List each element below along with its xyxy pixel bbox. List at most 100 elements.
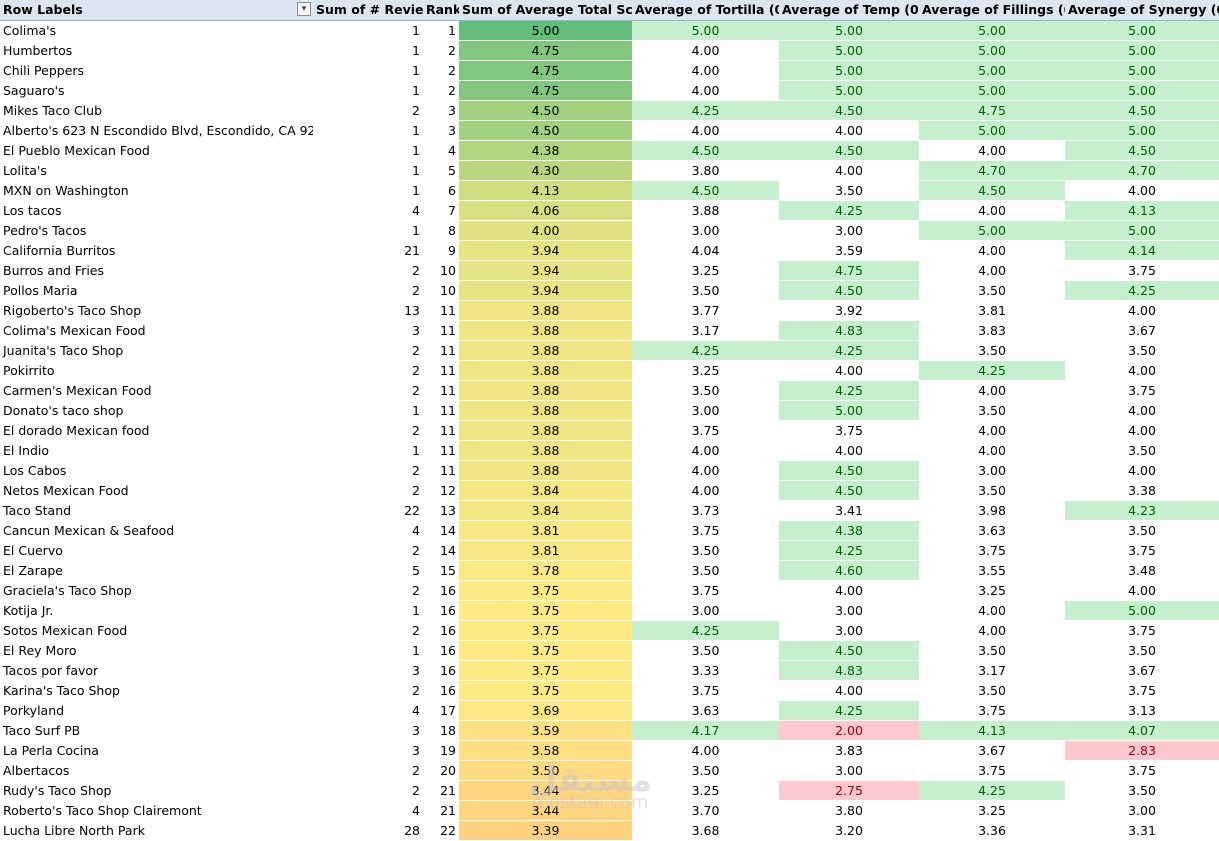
header-tortilla[interactable]: Average of Tortilla (0-5) <box>632 0 779 21</box>
cell-reviews[interactable]: 2 <box>313 620 423 641</box>
cell-rank[interactable]: 18 <box>423 720 459 741</box>
cell-reviews[interactable]: 1 <box>313 20 423 41</box>
cell-restaurant-name[interactable]: El Rey Moro <box>0 640 313 661</box>
cell-restaurant-name[interactable]: El Indio <box>0 440 313 461</box>
cell-rank[interactable]: 16 <box>423 600 459 621</box>
cell-reviews[interactable]: 2 <box>313 380 423 401</box>
cell-total-score[interactable]: 3.84 <box>459 500 632 521</box>
cell-total-score[interactable]: 3.75 <box>459 620 632 641</box>
cell-temp[interactable]: 4.50 <box>779 100 919 121</box>
cell-temp[interactable]: 3.41 <box>779 500 919 521</box>
cell-fillings[interactable]: 3.00 <box>919 460 1065 481</box>
cell-total-score[interactable]: 4.50 <box>459 100 632 121</box>
cell-reviews[interactable]: 1 <box>313 440 423 461</box>
cell-total-score[interactable]: 3.88 <box>459 440 632 461</box>
cell-restaurant-name[interactable]: Lolita's <box>0 160 313 181</box>
cell-synergy[interactable]: 3.13 <box>1065 700 1219 721</box>
cell-rank[interactable]: 21 <box>423 800 459 821</box>
cell-reviews[interactable]: 3 <box>313 320 423 341</box>
cell-temp[interactable]: 4.50 <box>779 280 919 301</box>
cell-temp[interactable]: 4.00 <box>779 580 919 601</box>
cell-restaurant-name[interactable]: Colima's Mexican Food <box>0 320 313 341</box>
cell-total-score[interactable]: 3.50 <box>459 760 632 781</box>
cell-restaurant-name[interactable]: California Burritos <box>0 240 313 261</box>
cell-restaurant-name[interactable]: Alberto's 623 N Escondido Blvd, Escondid… <box>0 120 313 141</box>
cell-rank[interactable]: 11 <box>423 320 459 341</box>
cell-fillings[interactable]: 4.13 <box>919 720 1065 741</box>
cell-fillings[interactable]: 3.50 <box>919 480 1065 501</box>
cell-total-score[interactable]: 4.38 <box>459 140 632 161</box>
cell-synergy[interactable]: 4.13 <box>1065 200 1219 221</box>
cell-total-score[interactable]: 3.88 <box>459 400 632 421</box>
cell-tortilla[interactable]: 3.80 <box>632 160 779 181</box>
cell-total-score[interactable]: 3.75 <box>459 580 632 601</box>
cell-tortilla[interactable]: 4.00 <box>632 740 779 761</box>
cell-rank[interactable]: 16 <box>423 660 459 681</box>
cell-synergy[interactable]: 3.50 <box>1065 340 1219 361</box>
cell-temp[interactable]: 3.80 <box>779 800 919 821</box>
cell-rank[interactable]: 2 <box>423 80 459 101</box>
cell-fillings[interactable]: 3.75 <box>919 540 1065 561</box>
cell-synergy[interactable]: 3.50 <box>1065 640 1219 661</box>
cell-tortilla[interactable]: 3.00 <box>632 600 779 621</box>
cell-tortilla[interactable]: 3.50 <box>632 760 779 781</box>
cell-reviews[interactable]: 2 <box>313 260 423 281</box>
cell-total-score[interactable]: 3.44 <box>459 780 632 801</box>
cell-temp[interactable]: 4.83 <box>779 320 919 341</box>
cell-reviews[interactable]: 2 <box>313 580 423 601</box>
cell-synergy[interactable]: 4.50 <box>1065 100 1219 121</box>
cell-temp[interactable]: 3.75 <box>779 420 919 441</box>
cell-temp[interactable]: 3.00 <box>779 600 919 621</box>
cell-synergy[interactable]: 3.31 <box>1065 820 1219 841</box>
cell-synergy[interactable]: 3.50 <box>1065 440 1219 461</box>
cell-reviews[interactable]: 4 <box>313 520 423 541</box>
cell-total-score[interactable]: 3.59 <box>459 720 632 741</box>
cell-synergy[interactable]: 3.75 <box>1065 260 1219 281</box>
cell-rank[interactable]: 19 <box>423 740 459 761</box>
cell-reviews[interactable]: 3 <box>313 740 423 761</box>
cell-tortilla[interactable]: 4.17 <box>632 720 779 741</box>
cell-synergy[interactable]: 5.00 <box>1065 20 1219 41</box>
cell-synergy[interactable]: 4.14 <box>1065 240 1219 261</box>
cell-tortilla[interactable]: 4.00 <box>632 460 779 481</box>
cell-synergy[interactable]: 3.75 <box>1065 680 1219 701</box>
cell-temp[interactable]: 4.00 <box>779 120 919 141</box>
cell-fillings[interactable]: 3.36 <box>919 820 1065 841</box>
cell-restaurant-name[interactable]: Rudy's Taco Shop <box>0 780 313 801</box>
cell-fillings[interactable]: 4.00 <box>919 620 1065 641</box>
cell-total-score[interactable]: 4.75 <box>459 40 632 61</box>
cell-fillings[interactable]: 5.00 <box>919 20 1065 41</box>
cell-total-score[interactable]: 3.81 <box>459 540 632 561</box>
cell-tortilla[interactable]: 4.00 <box>632 40 779 61</box>
cell-total-score[interactable]: 3.88 <box>459 420 632 441</box>
cell-rank[interactable]: 5 <box>423 160 459 181</box>
cell-reviews[interactable]: 2 <box>313 780 423 801</box>
cell-rank[interactable]: 16 <box>423 640 459 661</box>
cell-synergy[interactable]: 2.83 <box>1065 740 1219 761</box>
cell-restaurant-name[interactable]: Carmen's Mexican Food <box>0 380 313 401</box>
cell-rank[interactable]: 16 <box>423 580 459 601</box>
cell-synergy[interactable]: 5.00 <box>1065 220 1219 241</box>
cell-reviews[interactable]: 1 <box>313 140 423 161</box>
cell-total-score[interactable]: 3.39 <box>459 820 632 841</box>
cell-rank[interactable]: 11 <box>423 380 459 401</box>
cell-tortilla[interactable]: 3.75 <box>632 520 779 541</box>
cell-restaurant-name[interactable]: Pedro's Tacos <box>0 220 313 241</box>
cell-tortilla[interactable]: 3.25 <box>632 360 779 381</box>
cell-restaurant-name[interactable]: Cancun Mexican & Seafood <box>0 520 313 541</box>
cell-rank[interactable]: 11 <box>423 420 459 441</box>
cell-fillings[interactable]: 4.75 <box>919 100 1065 121</box>
cell-tortilla[interactable]: 3.17 <box>632 320 779 341</box>
header-rank[interactable]: Rank <box>423 0 459 21</box>
cell-tortilla[interactable]: 4.25 <box>632 340 779 361</box>
cell-rank[interactable]: 11 <box>423 300 459 321</box>
cell-tortilla[interactable]: 3.73 <box>632 500 779 521</box>
cell-restaurant-name[interactable]: Netos Mexican Food <box>0 480 313 501</box>
cell-temp[interactable]: 4.00 <box>779 160 919 181</box>
cell-temp[interactable]: 4.50 <box>779 480 919 501</box>
cell-tortilla[interactable]: 3.33 <box>632 660 779 681</box>
cell-fillings[interactable]: 3.17 <box>919 660 1065 681</box>
cell-temp[interactable]: 4.25 <box>779 700 919 721</box>
cell-temp[interactable]: 4.60 <box>779 560 919 581</box>
cell-restaurant-name[interactable]: Taco Surf PB <box>0 720 313 741</box>
